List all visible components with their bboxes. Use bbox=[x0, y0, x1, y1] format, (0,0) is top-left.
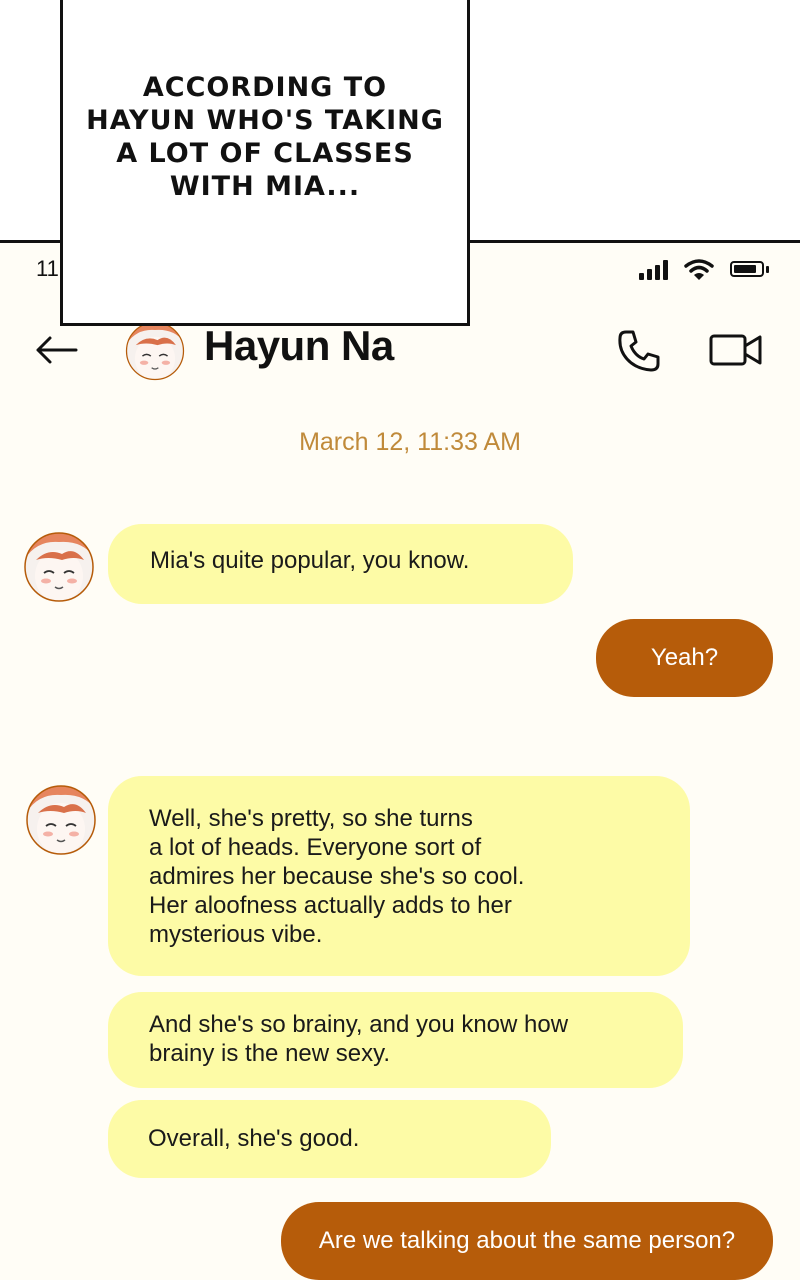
avatar bbox=[24, 532, 94, 602]
signal-icon bbox=[639, 258, 668, 280]
phone-icon[interactable] bbox=[616, 328, 662, 374]
wifi-icon bbox=[684, 259, 714, 280]
narration-caption: ACCORDING TO HAYUN WHO'S TAKING A LOT OF… bbox=[86, 72, 444, 202]
battery-icon bbox=[730, 261, 769, 277]
video-call-icon[interactable] bbox=[708, 330, 764, 370]
message-text: Mia's quite popular, you know. bbox=[150, 547, 470, 574]
message-text: And she's so brainy, and you know how br… bbox=[149, 1011, 569, 1067]
message-text: Well, she's pretty, so she turns a lot o… bbox=[149, 805, 525, 948]
narration-caption-box: ACCORDING TO HAYUN WHO'S TAKING A LOT OF… bbox=[60, 0, 470, 326]
avatar[interactable] bbox=[124, 320, 186, 382]
message-text: Are we talking about the same person? bbox=[318, 1227, 736, 1254]
status-icons bbox=[639, 258, 769, 280]
avatar bbox=[26, 785, 96, 855]
chat-date: March 12, 11:33 AM bbox=[299, 428, 521, 456]
contact-name: Hayun Na bbox=[204, 322, 394, 369]
outgoing-message-bubble: Yeah? bbox=[596, 619, 773, 697]
message-text: Yeah? bbox=[650, 644, 719, 671]
incoming-message-bubble: Mia's quite popular, you know. bbox=[108, 524, 573, 604]
status-time: 11 bbox=[36, 256, 59, 281]
outgoing-message-bubble: Are we talking about the same person? bbox=[281, 1202, 773, 1280]
incoming-message-bubble: And she's so brainy, and you know how br… bbox=[108, 992, 683, 1088]
message-text: Overall, she's good. bbox=[148, 1125, 360, 1152]
incoming-message-bubble: Overall, she's good. bbox=[108, 1100, 551, 1178]
incoming-message-bubble: Well, she's pretty, so she turns a lot o… bbox=[108, 776, 690, 976]
back-arrow-icon[interactable] bbox=[32, 330, 80, 370]
